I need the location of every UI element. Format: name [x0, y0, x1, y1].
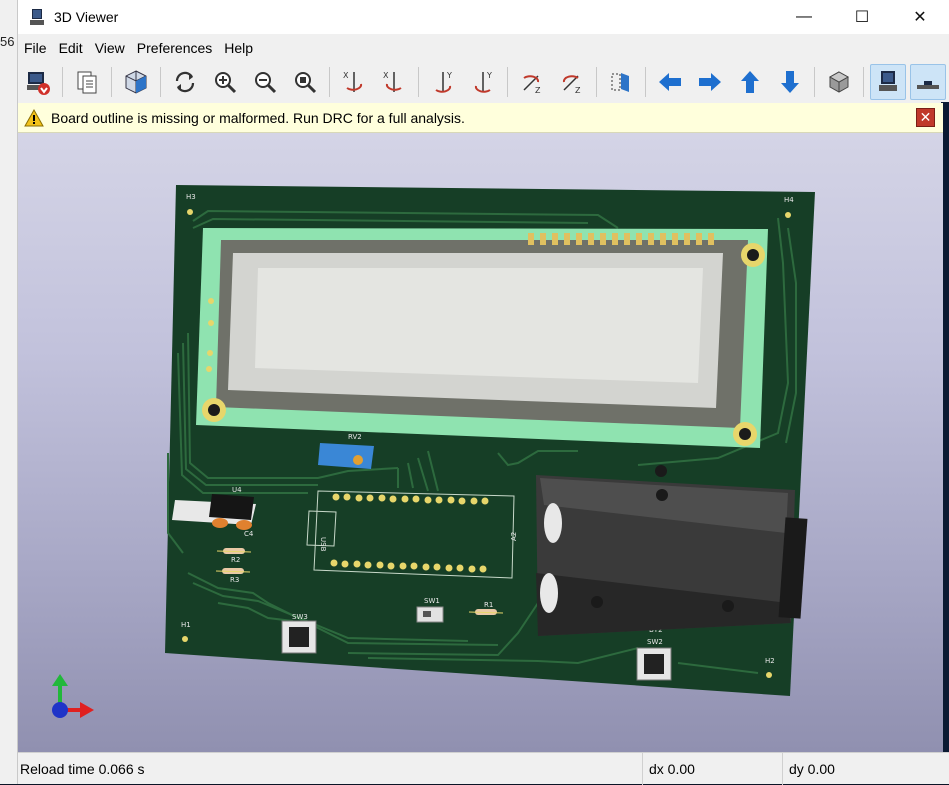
ref-sw2: SW2 — [647, 638, 663, 646]
warning-message: Board outline is missing or malformed. R… — [51, 109, 465, 126]
zoom-out-button[interactable] — [247, 64, 283, 100]
ref-rv2: RV2 — [348, 433, 362, 441]
ref-usb: USB — [319, 537, 327, 552]
warning-icon — [24, 108, 44, 126]
menu-help[interactable]: Help — [218, 40, 259, 56]
rotate-y-cw-icon: Y — [435, 71, 452, 93]
zoom-in-icon — [215, 72, 237, 94]
raytrace-icon — [125, 70, 147, 94]
toolbar: X X Y Y Z Z — [18, 62, 949, 102]
copy-image-icon — [77, 71, 97, 94]
rotate-z-cw-button[interactable]: Z — [514, 64, 550, 100]
reload-board-button[interactable] — [20, 64, 56, 100]
toggle-smd-icon — [917, 81, 939, 89]
rotate-x-cw-button[interactable]: X — [336, 64, 372, 100]
ref-r3: R3 — [230, 576, 239, 584]
close-button[interactable]: ✕ — [891, 0, 949, 34]
status-dx: dx 0.00 — [642, 753, 782, 785]
ref-h1: H1 — [181, 621, 191, 629]
rotate-z-cw-icon: Z — [523, 75, 541, 95]
menu-bar: File Edit View Preferences Help — [18, 36, 949, 60]
rotate-x-cw-icon: X — [343, 71, 363, 92]
flip-board-icon — [611, 73, 629, 92]
ref-h2: H2 — [765, 657, 775, 665]
pan-down-button[interactable] — [772, 64, 808, 100]
status-reload-time: Reload time 0.066 s — [20, 761, 145, 777]
svg-text:X: X — [383, 71, 389, 80]
rotate-z-ccw-button[interactable]: Z — [554, 64, 590, 100]
zoom-in-button[interactable] — [207, 64, 243, 100]
menu-preferences[interactable]: Preferences — [131, 40, 218, 56]
reload-board-icon — [27, 72, 50, 95]
title-bar: 3D Viewer — ☐ ✕ — [18, 0, 949, 34]
menu-edit[interactable]: Edit — [53, 40, 89, 56]
zoom-fit-icon — [295, 72, 317, 94]
rotate-x-ccw-icon: X — [383, 71, 402, 92]
svg-text:X: X — [343, 71, 349, 80]
menu-file[interactable]: File — [18, 40, 53, 56]
background-window-edge: 56 — [0, 0, 18, 784]
ref-sw3: SW3 — [292, 613, 308, 621]
rotate-z-ccw-icon: Z — [562, 75, 581, 95]
pan-down-icon — [781, 71, 799, 93]
app-icon — [30, 9, 44, 25]
zoom-out-icon — [255, 72, 277, 94]
pan-up-icon — [741, 71, 759, 93]
redraw-icon — [175, 71, 195, 93]
infobar-close-button[interactable]: ✕ — [916, 108, 935, 127]
battery-holder-bt2 — [536, 465, 808, 636]
svg-text:Y: Y — [446, 71, 452, 80]
toggle-tht-button[interactable] — [870, 64, 906, 100]
ref-r1: R1 — [484, 601, 493, 609]
pan-left-button[interactable] — [652, 64, 688, 100]
ref-r2: R2 — [231, 556, 240, 564]
ref-u4: U4 — [232, 486, 242, 494]
rotate-y-cw-button[interactable]: Y — [425, 64, 461, 100]
ref-a2: A2 — [510, 532, 518, 541]
ref-h4: H4 — [784, 196, 794, 204]
ref-c4: C4 — [244, 530, 254, 538]
copy-image-button[interactable] — [69, 64, 105, 100]
toggle-tht-icon — [879, 71, 897, 91]
svg-text:Y: Y — [486, 71, 492, 80]
status-bar: Reload time 0.066 s dx 0.00 dy 0.00 — [18, 752, 949, 785]
3d-viewport[interactable]: RV2 U4 C4 R2 R3 USB A2 SW1 R1 SW3 SW2 BT… — [18, 133, 943, 752]
capacitor-c4 — [212, 518, 228, 528]
rotate-x-ccw-button[interactable]: X — [376, 64, 412, 100]
toggle-smd-button[interactable] — [910, 64, 946, 100]
pan-right-icon — [699, 73, 721, 91]
orthographic-button[interactable] — [821, 64, 857, 100]
svg-text:Z: Z — [575, 86, 581, 95]
maximize-button[interactable]: ☐ — [833, 0, 891, 34]
pan-left-icon — [659, 73, 681, 91]
minimize-button[interactable]: — — [775, 0, 833, 34]
flip-board-button[interactable] — [603, 64, 639, 100]
rotate-y-ccw-icon: Y — [474, 71, 492, 93]
redraw-button[interactable] — [167, 64, 203, 100]
status-dy: dy 0.00 — [782, 753, 949, 785]
board-render: RV2 U4 C4 R2 R3 USB A2 SW1 R1 SW3 SW2 BT… — [52, 185, 815, 718]
raytrace-button[interactable] — [118, 64, 154, 100]
potentiometer-rv2 — [318, 443, 374, 469]
pan-up-button[interactable] — [732, 64, 768, 100]
axis-gizmo — [52, 674, 94, 718]
menu-view[interactable]: View — [89, 40, 131, 56]
svg-text:Z: Z — [535, 86, 541, 95]
background-text: 56 — [0, 34, 15, 49]
ref-h3: H3 — [186, 193, 196, 201]
pan-right-button[interactable] — [692, 64, 728, 100]
orthographic-icon — [828, 71, 850, 93]
warning-infobar: Board outline is missing or malformed. R… — [18, 103, 943, 133]
rotate-y-ccw-button[interactable]: Y — [465, 64, 501, 100]
ref-sw1: SW1 — [424, 597, 440, 605]
window-title: 3D Viewer — [54, 9, 119, 25]
zoom-fit-button[interactable] — [287, 64, 323, 100]
viewer-window: 56 3D Viewer — ☐ ✕ File Edit View Prefer… — [0, 0, 949, 785]
